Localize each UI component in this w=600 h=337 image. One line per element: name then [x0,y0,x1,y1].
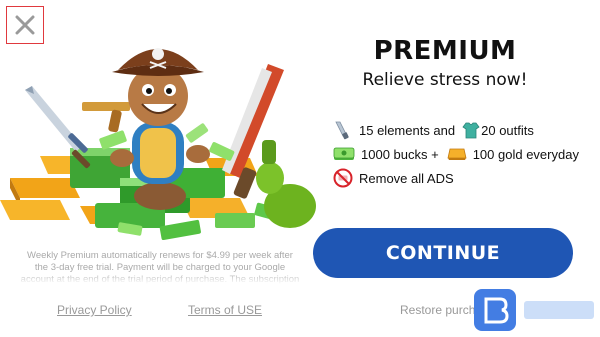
outfit-icon [462,122,480,139]
privacy-policy-link[interactable]: Privacy Policy [57,303,132,317]
feature-text: 20 outfits [481,122,534,138]
watermark-logo [474,289,594,331]
feature-text: Remove all ADS [359,170,454,186]
restore-purchases-link[interactable]: Restore purchases [400,303,474,317]
feature-item-elements: 15 elements and 20 outfits [333,118,593,142]
no-ads-icon [333,168,353,188]
feature-text: 100 gold everyday [472,146,579,162]
gold-bar-icon [447,148,467,160]
page-title: PREMIUM [373,36,517,66]
feature-text: 15 elements and [359,122,456,138]
page-subtitle: Relieve stress now! [362,70,528,90]
feature-item-ads: Remove all ADS [333,166,593,190]
feature-list: 15 elements and 20 outfits 1000 bucks + … [333,118,593,190]
feature-item-bucks: 1000 bucks + 100 gold everyday [333,142,593,166]
pistol-icon [82,102,130,133]
feature-text: 1000 bucks + [361,146,439,162]
subscription-disclaimer: Weekly Premium automatically renews for … [20,250,300,284]
cash-icon [333,147,355,160]
hero-illustration [0,48,316,241]
terms-of-use-link[interactable]: Terms of USE [188,303,262,317]
knife-icon [335,121,349,140]
continue-button[interactable]: CONTINUE [313,228,573,278]
